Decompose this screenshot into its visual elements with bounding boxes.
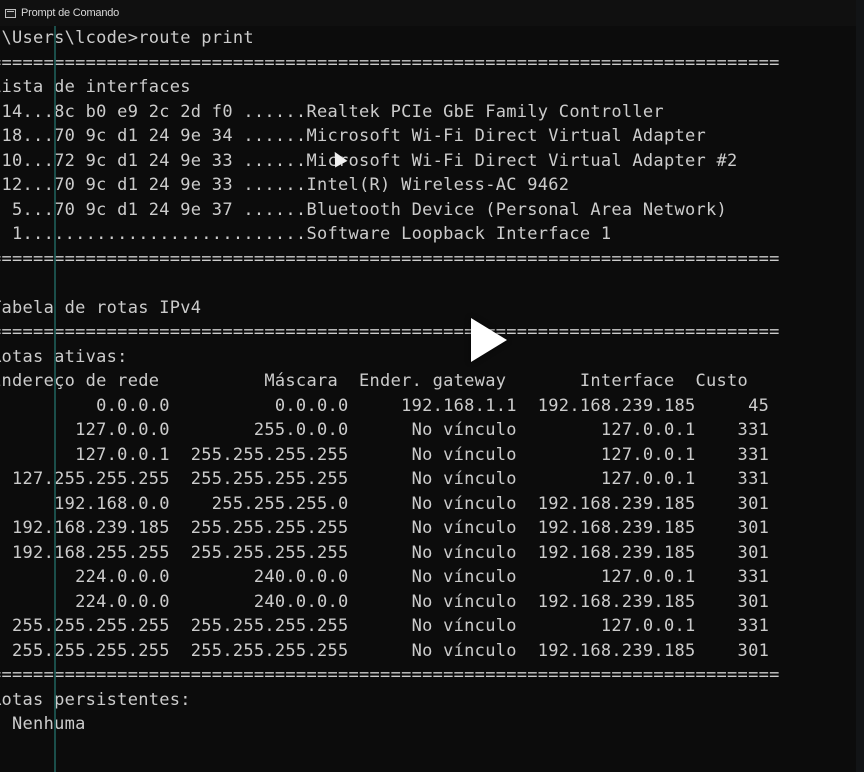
console-line: ========================================… <box>0 248 780 269</box>
console-line: 255.255.255.255 255.255.255.255 No víncu… <box>0 616 770 636</box>
console-line: Rotas persistentes: <box>0 689 191 710</box>
console-line: Rotas ativas: <box>0 346 128 367</box>
console-line: 0.0.0.0 0.0.0.0 192.168.1.1 192.168.239.… <box>0 395 770 416</box>
console-line: 192.168.255.255 255.255.255.255 No víncu… <box>0 542 770 563</box>
console-line: 1...........................Software Loo… <box>0 224 612 244</box>
console-line: 192.168.239.185 255.255.255.255 No víncu… <box>0 518 770 538</box>
console-line: :\Users\lcode>route print <box>0 28 254 48</box>
console-line: ========================================… <box>0 665 780 685</box>
console-line: 224.0.0.0 240.0.0.0 No vínculo 127.0.0.1… <box>0 567 770 587</box>
console-line: 255.255.255.255 255.255.255.255 No víncu… <box>0 640 770 661</box>
console-line: 18...70 9c d1 24 9e 34 ......Microsoft W… <box>0 126 707 146</box>
console-line: 127.0.0.1 255.255.255.255 No vínculo 127… <box>0 444 770 465</box>
console-line: 224.0.0.0 240.0.0.0 No vínculo 192.168.2… <box>0 591 770 612</box>
console-line: 127.255.255.255 255.255.255.255 No víncu… <box>0 469 770 489</box>
selection-edge-line <box>54 26 56 772</box>
console-line: 192.168.0.0 255.255.255.0 No vínculo 192… <box>0 493 770 514</box>
window-titlebar: Prompt de Comando <box>0 0 864 26</box>
window-title: Prompt de Comando <box>21 7 120 19</box>
console-line: Nenhuma <box>0 714 86 734</box>
console-line: ========================================… <box>0 322 780 342</box>
window-right-edge <box>856 0 864 772</box>
console-line: 127.0.0.0 255.0.0.0 No vínculo 127.0.0.1… <box>0 420 770 440</box>
command-prompt-icon <box>5 8 16 18</box>
console-line: ========================================… <box>0 52 780 73</box>
console-text[interactable]: :\Users\lcode>route print ===============… <box>0 26 780 737</box>
console-line: 10...72 9c d1 24 9e 33 ......Microsoft W… <box>0 150 738 171</box>
console-line: Endereço de rede Máscara Ender. gateway … <box>0 371 749 391</box>
play-icon[interactable] <box>471 318 507 362</box>
console-line: Lista de interfaces <box>0 77 191 97</box>
console-line: Tabela de rotas IPv4 <box>0 297 202 318</box>
console-line: 14...8c b0 e9 2c 2d f0 ......Realtek PCI… <box>0 101 664 122</box>
console-line: 5...70 9c d1 24 9e 37 ......Bluetooth De… <box>0 199 728 220</box>
console-line: 12...70 9c d1 24 9e 33 ......Intel(R) Wi… <box>0 175 570 195</box>
